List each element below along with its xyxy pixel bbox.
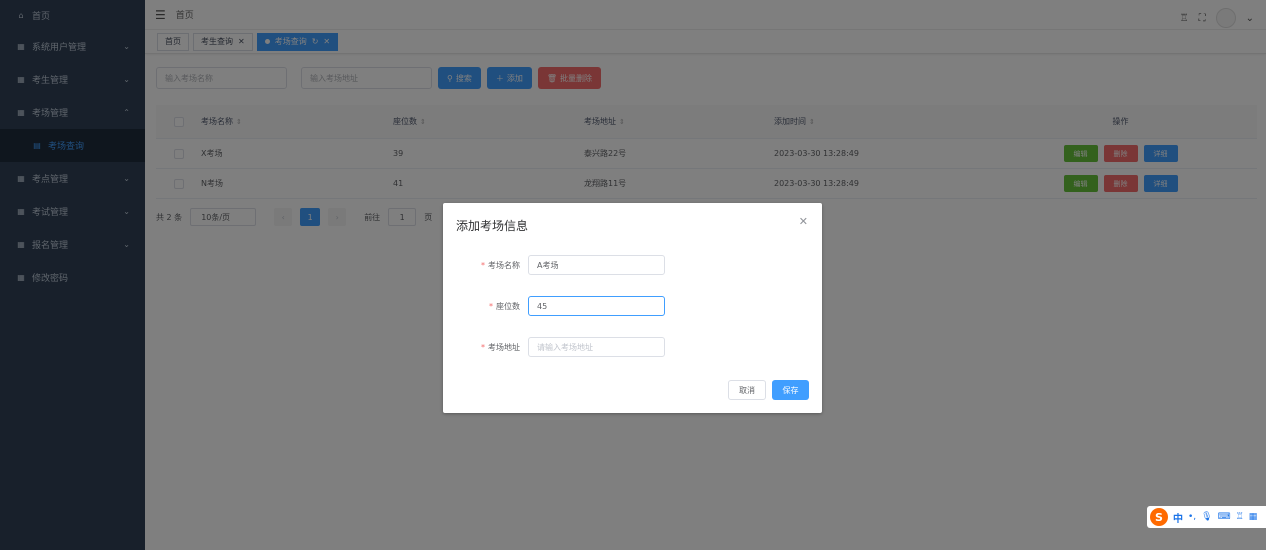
form-row-address: * 考场地址 请输入考场地址	[443, 337, 665, 357]
seats-label: 座位数	[496, 301, 520, 311]
close-icon[interactable]: ✕	[799, 215, 808, 228]
ime-language-toggle[interactable]: 中	[1173, 510, 1183, 525]
skin-icon[interactable]: ♖	[1236, 512, 1244, 522]
ime-toolbar: S 中 •, 🎙 ⌨ ♖ ▦	[1147, 506, 1266, 528]
address-label: 考场地址	[488, 342, 520, 352]
sogou-logo-icon[interactable]: S	[1150, 508, 1168, 526]
room-name-label: 考场名称	[488, 260, 520, 270]
room-name-field[interactable]: A考场	[528, 255, 665, 275]
form-label: * 座位数	[489, 301, 520, 311]
form-row-seats: * 座位数 45	[443, 296, 665, 316]
form-row-room-name: * 考场名称 A考场	[443, 255, 665, 275]
cancel-button[interactable]: 取消	[728, 380, 766, 400]
microphone-icon[interactable]: 🎙	[1201, 512, 1212, 522]
dialog-title: 添加考场信息	[456, 219, 529, 233]
add-room-dialog: 添加考场信息 ✕ * 考场名称 A考场 * 座位数 45 * 考场地址 请输入考场地址…	[443, 203, 822, 413]
form-label: * 考场名称	[481, 260, 520, 270]
form-label: * 考场地址	[481, 342, 520, 352]
keyboard-icon[interactable]: ⌨	[1218, 512, 1231, 522]
punctuation-icon[interactable]: •,	[1188, 512, 1196, 522]
grid-menu-icon[interactable]: ▦	[1249, 512, 1258, 522]
address-field[interactable]: 请输入考场地址	[528, 337, 665, 357]
save-button[interactable]: 保存	[772, 380, 809, 400]
seats-field[interactable]: 45	[528, 296, 665, 316]
